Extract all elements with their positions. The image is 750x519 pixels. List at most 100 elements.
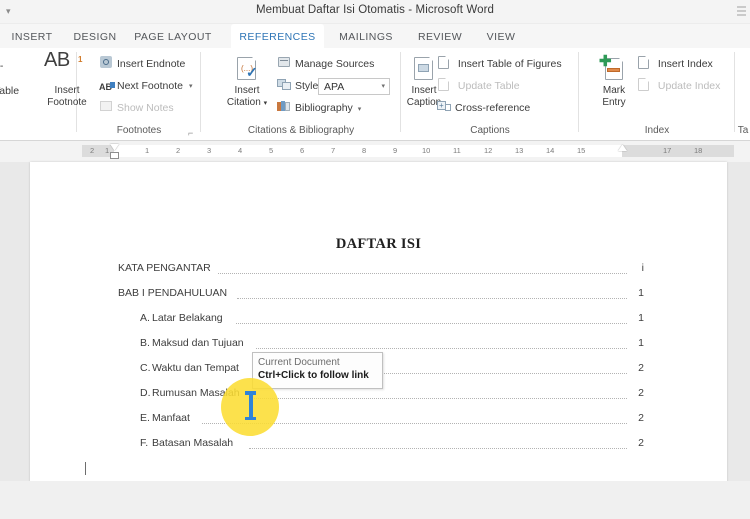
toc-partial-item-2[interactable]: Table [0,83,19,100]
toc-entry-label[interactable]: Manfaat [152,412,190,424]
cross-reference-icon: + [437,100,452,113]
ruler-label: 2 [176,146,181,155]
tab-review[interactable]: REVIEW [409,24,471,48]
ruler-label: 6 [300,146,305,155]
toc-entry-label[interactable]: Maksud dan Tujuan [152,337,244,349]
chevron-down-icon[interactable]: ▾ [381,79,385,95]
horizontal-ruler[interactable]: 2 1 1 2 3 4 5 6 7 8 9 10 11 12 13 14 15 … [0,141,750,162]
toc-entry-row[interactable]: F. Batasan Masalah 2 [0,437,697,453]
show-notes-label: Show Notes [117,102,174,114]
citation-style-select[interactable]: APA ▾ [318,78,390,95]
ribbon-display-options-icon[interactable] [736,4,748,20]
ruler-label: 15 [577,146,586,155]
tooltip-line-1: Current Document [258,357,340,368]
show-notes-button: Show Notes [99,100,174,117]
cross-reference-button[interactable]: + Cross-reference [437,100,530,117]
ribbon: t - Table AB 1 Insert Footnote Insert En… [0,48,750,141]
footnote-ab-icon: AB 1 [44,49,83,71]
toc-entry-page: 1 [638,337,644,349]
left-indent-marker[interactable] [110,152,119,159]
insert-footnote-button[interactable]: AB 1 Insert Footnote [38,49,96,108]
toc-entry-row[interactable]: A. Latar Belakang 1 [0,312,697,328]
group-label-captions: Captions [470,125,510,136]
show-notes-icon [99,100,114,113]
toc-leader-dots [250,398,627,399]
document-workspace: DAFTAR ISI KATA PENGANTAR i BAB I PENDAH… [0,162,750,519]
update-index-button: Update Index [637,78,720,95]
insert-endnote-label: Insert Endnote [117,58,186,70]
ruler-right-margin-zone [622,145,734,157]
tab-references[interactable]: REFERENCES [231,24,324,48]
ruler-label: 4 [238,146,243,155]
update-table-label: Update Table [457,80,520,92]
toc-partial-item-1[interactable]: t - [0,58,3,75]
toc-entry-row[interactable]: D. Rumusan Masalah 2 [0,387,697,403]
group-label-citations: Citations & Bibliography [247,125,355,136]
next-footnote-dropdown-caret[interactable]: ▾ [189,78,193,95]
toc-entry-row[interactable]: E. Manfaat 2 [0,412,697,428]
insert-table-of-figures-button[interactable]: Insert Table of Figures [437,56,562,73]
insert-citation-label-2: Citation ▾ [226,96,268,108]
ruler-label: 14 [546,146,555,155]
ruler-label: 3 [207,146,212,155]
toc-entry-label[interactable]: Batasan Masalah [152,437,233,449]
manage-sources-icon [277,56,292,69]
group-separator [200,52,201,132]
toc-entry-label[interactable]: KATA PENGANTAR [118,262,211,274]
toc-entry-row[interactable]: B. Maksud dan Tujuan 1 [0,337,697,353]
insert-table-of-figures-label: Insert Table of Figures [457,58,562,70]
toc-entry-letter: B. [140,337,150,349]
ruler-label: 17 [663,146,672,155]
toc-entry-page: 2 [638,437,644,449]
tab-mailings[interactable]: MAILINGS [330,24,402,48]
i-beam-text-cursor-icon [245,391,256,420]
bibliography-caret[interactable]: ▾ [358,106,362,113]
document-heading: DAFTAR ISI [335,236,422,252]
tab-page-layout[interactable]: PAGE LAYOUT [130,24,216,48]
footnotes-dialog-launcher[interactable]: ⌐ [188,128,193,138]
group-label-footnotes: Footnotes [116,125,162,136]
toc-entry-label[interactable]: BAB I PENDAHULUAN [118,287,227,299]
group-label-index: Index [644,125,670,136]
insert-index-icon [637,56,652,69]
bibliography-icon [277,100,292,113]
toc-entry-label[interactable]: Waktu dan Tempat [152,362,239,374]
next-footnote-label: Next Footnote [117,80,183,92]
group-separator [578,52,579,132]
tab-design[interactable]: DESIGN [66,24,124,48]
bibliography-button[interactable]: Bibliography ▾ [277,100,361,117]
toc-entry-row[interactable]: KATA PENGANTAR i [0,262,697,278]
toc-leader-dots [236,323,627,324]
video-player-bar: 1:33 [0,481,750,519]
toc-leader-dots [218,273,627,274]
tab-insert[interactable]: INSERT [4,24,60,48]
manage-sources-button[interactable]: Manage Sources [277,56,374,73]
group-separator [734,52,735,132]
insert-citation-icon: (...) ✓ [218,55,276,85]
mark-entry-button[interactable]: ✚ Mark Entry [585,54,643,108]
toc-entry-page: 2 [638,412,644,424]
title-bar: ▾ Membuat Daftar Isi Otomatis - Microsof… [0,0,750,24]
insert-citation-button[interactable]: (...) ✓ Insert Citation ▾ [218,55,276,109]
tab-view[interactable]: VIEW [477,24,525,48]
toc-entry-label[interactable]: Latar Belakang [152,312,223,324]
toc-leader-dots [249,448,627,449]
insert-index-button[interactable]: Insert Index [637,56,713,73]
toc-entry-letter: C. [140,362,151,374]
toc-entry-page: i [641,262,644,274]
mark-entry-label-2: Entry [602,96,626,108]
ruler-label: 13 [515,146,524,155]
ribbon-tab-strip: INSERT DESIGN PAGE LAYOUT REFERENCES MAI… [0,24,750,48]
ruler-label: 12 [484,146,493,155]
hyperlink-tooltip: Current Document Ctrl+Click to follow li… [252,352,383,389]
insert-citation-label-1: Insert [234,85,260,96]
mark-entry-label-1: Mark [602,85,626,96]
ruler-label: 7 [331,146,336,155]
toc-entry-letter: F. [140,437,149,449]
next-footnote-button[interactable]: AB Next Footnote [99,78,183,95]
first-line-indent-marker[interactable] [110,144,119,150]
update-index-icon [637,78,652,91]
insert-endnote-button[interactable]: Insert Endnote [99,56,185,73]
toc-entry-row[interactable]: BAB I PENDAHULUAN 1 [0,287,697,303]
right-indent-marker[interactable] [618,145,627,151]
